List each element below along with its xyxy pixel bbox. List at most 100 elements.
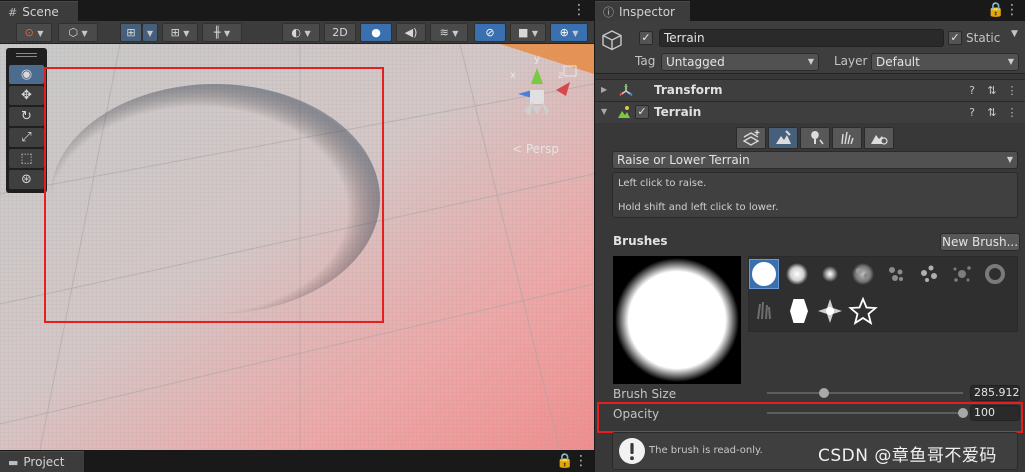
- layer-label: Layer: [834, 54, 868, 68]
- brush-size-label: Brush Size: [613, 387, 677, 401]
- persp-label[interactable]: < Persp: [512, 142, 559, 156]
- scale-icon: ⤢: [21, 130, 32, 145]
- brush-soft-circle[interactable]: [782, 259, 812, 289]
- brush-ring[interactable]: [980, 259, 1010, 289]
- preset-icon[interactable]: ⇅: [985, 105, 999, 120]
- rotate-icon: ↻: [21, 109, 32, 124]
- effects-dropdown[interactable]: ≋ ▼: [430, 23, 468, 42]
- component-menu-icon[interactable]: ⋮: [1005, 105, 1019, 120]
- tab-scene-label: Scene: [22, 5, 59, 19]
- hidden-objects-toggle[interactable]: ⊘: [474, 23, 506, 42]
- paint-trees-button[interactable]: [800, 127, 830, 149]
- brush-splatter[interactable]: [947, 259, 977, 289]
- new-brush-button[interactable]: New Brush...: [940, 233, 1020, 251]
- brush-size-field[interactable]: 285.912: [970, 385, 1020, 401]
- active-checkbox[interactable]: ✓: [639, 31, 653, 45]
- csdn-watermark: CSDN @章鱼哥不爱码: [818, 446, 997, 466]
- shading-mode-dropdown[interactable]: ⬡ ▼: [58, 23, 98, 42]
- tag-label: Tag: [635, 54, 656, 68]
- paint-terrain-button[interactable]: [768, 127, 798, 149]
- draw-mode-dropdown[interactable]: ⊙ ▼: [16, 23, 52, 42]
- brush-size-slider-thumb[interactable]: [818, 388, 829, 398]
- lighting-toggle-button[interactable]: ●: [360, 23, 392, 42]
- paint-terrain-icon: [776, 130, 791, 144]
- transform-component-header[interactable]: ▶ Transform ? ⇅ ⋮: [595, 79, 1025, 101]
- layer-dropdown[interactable]: Default ▼: [871, 53, 1019, 71]
- brush-star-outline[interactable]: [848, 296, 878, 326]
- rotate-tool-button[interactable]: ↻: [9, 107, 44, 126]
- shading-sphere-dropdown[interactable]: ◐ ▼: [282, 23, 320, 42]
- inspector-tab-bar: ⓘ Inspector 🔒 ⋮: [595, 0, 1025, 21]
- foldout-down-icon[interactable]: ▼: [601, 107, 607, 116]
- static-checkbox[interactable]: ✓: [948, 31, 962, 45]
- tab-project-label: Project: [23, 455, 65, 469]
- help-icon[interactable]: ?: [965, 105, 979, 120]
- project-tab-bar: ▬ Project 🔒 ⋮: [0, 450, 594, 472]
- overlay-grip[interactable]: [16, 56, 37, 57]
- chevron-down-icon: ▼: [304, 29, 311, 38]
- brush-grass[interactable]: [749, 296, 779, 326]
- tree-brush-icon: [811, 131, 824, 145]
- globe-icon: ⊕: [559, 26, 569, 39]
- lock-icon[interactable]: 🔒: [556, 453, 573, 469]
- view-tool-button[interactable]: ◉: [9, 65, 44, 84]
- transform-title: Transform: [654, 83, 723, 97]
- tag-dropdown[interactable]: Untagged ▼: [661, 53, 819, 71]
- brush-small-soft[interactable]: [815, 259, 845, 289]
- rect-tool-button[interactable]: ⬚: [9, 149, 44, 168]
- component-menu-icon[interactable]: ⋮: [1005, 83, 1019, 98]
- rect-icon: ⬚: [20, 151, 33, 166]
- transform-icon: [619, 83, 633, 97]
- transform-tool-button[interactable]: ⊛: [9, 170, 44, 189]
- mode-2d-button[interactable]: 2D: [324, 23, 356, 42]
- help-icon[interactable]: ?: [965, 83, 979, 98]
- object-name-field[interactable]: Terrain: [659, 29, 944, 47]
- tab-project[interactable]: ▬ Project: [0, 451, 84, 472]
- brush-size-slider[interactable]: [767, 392, 963, 394]
- highlight-frame-terrain: [44, 67, 384, 323]
- brush-hard-circle[interactable]: [749, 259, 779, 289]
- preset-icon[interactable]: ⇅: [985, 83, 999, 98]
- tab-inspector[interactable]: ⓘ Inspector: [595, 1, 690, 21]
- audio-toggle-button[interactable]: ◀): [396, 23, 426, 42]
- brush-noise-a[interactable]: [881, 259, 911, 289]
- scene-panel: # Scene ⋮ ⊙ ▼ ⬡ ▼ ⊞ ▼ ⊞ ▼ ╫ ▼ ◐ ▼ 2D ● ◀)…: [0, 0, 594, 450]
- tab-scene[interactable]: # Scene: [0, 1, 78, 21]
- tab-inspector-label: Inspector: [619, 5, 675, 19]
- paint-mode-dropdown[interactable]: Raise or Lower Terrain ▼: [612, 151, 1018, 169]
- brush-noise-b[interactable]: [914, 259, 944, 289]
- scale-tool-button[interactable]: ⤢: [9, 128, 44, 147]
- neighbor-terrain-icon: [742, 130, 760, 146]
- gizmo-x-label: x: [510, 70, 516, 81]
- grid-snap-button[interactable]: ⊞: [120, 23, 142, 42]
- gizmos-dropdown[interactable]: ⊕ ▼: [550, 23, 588, 42]
- grid-visibility-dropdown[interactable]: ⊞ ▼: [162, 23, 198, 42]
- scene-tab-menu-icon[interactable]: ⋮: [572, 2, 586, 18]
- highlight-frame-opacity: [597, 402, 1023, 433]
- terrain-enabled-checkbox[interactable]: ✓: [635, 105, 649, 119]
- chevron-down-icon: ▼: [807, 57, 814, 66]
- ruler-icon: ╫: [213, 26, 221, 39]
- inspector-tab-menu-icon[interactable]: ⋮: [1005, 2, 1019, 18]
- project-tab-menu-icon[interactable]: ⋮: [574, 453, 588, 469]
- brush-preview: [613, 256, 741, 384]
- static-dropdown-icon[interactable]: ▼: [1011, 29, 1018, 39]
- terrain-settings-button[interactable]: [864, 127, 894, 149]
- eye-icon: ◉: [20, 67, 33, 82]
- brush-hexagon[interactable]: [782, 296, 812, 326]
- tag-value: Untagged: [666, 55, 725, 69]
- chevron-down-icon: ▼: [531, 29, 539, 38]
- move-tool-button[interactable]: ✥: [9, 86, 44, 105]
- foldout-right-icon[interactable]: ▶: [601, 85, 607, 94]
- brush-cloud[interactable]: [848, 259, 878, 289]
- paint-details-button[interactable]: [832, 127, 862, 149]
- camera-dropdown[interactable]: ■ ▼: [510, 23, 546, 42]
- grid-snap-dropdown[interactable]: ▼: [142, 23, 158, 42]
- terrain-component-header[interactable]: ▼ ✓ Terrain ? ⇅ ⋮: [595, 101, 1025, 123]
- create-neighbor-terrains-button[interactable]: [736, 127, 766, 149]
- overlay-grip[interactable]: [16, 53, 37, 54]
- lock-icon[interactable]: 🔒: [987, 2, 1004, 18]
- brush-soft-star[interactable]: [815, 296, 845, 326]
- terrain-icon: [617, 105, 631, 119]
- increment-snap-dropdown[interactable]: ╫ ▼: [202, 23, 242, 42]
